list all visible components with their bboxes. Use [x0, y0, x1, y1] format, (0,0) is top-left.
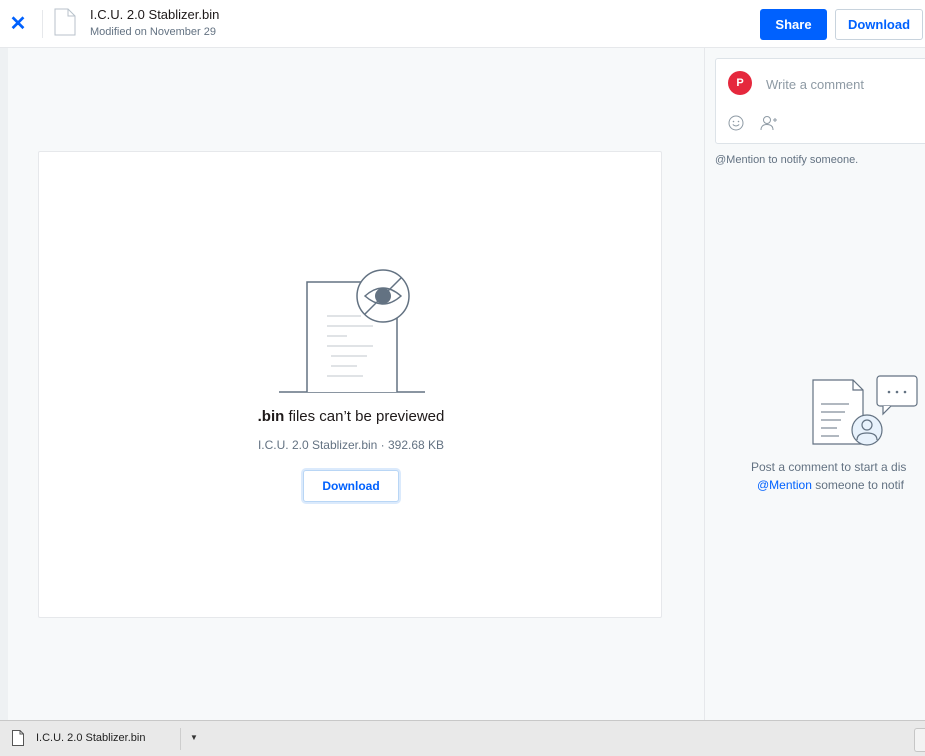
- close-icon[interactable]: ✕: [8, 14, 28, 34]
- comment-box: P: [715, 58, 925, 144]
- top-header: ✕ I.C.U. 2.0 Stablizer.bin Modified on N…: [0, 0, 925, 48]
- shelf-file-name: I.C.U. 2.0 Stablizer.bin: [36, 732, 146, 744]
- header-divider: [42, 10, 43, 38]
- share-button[interactable]: Share: [760, 9, 827, 40]
- mention-hint: @Mention to notify someone.: [715, 154, 859, 166]
- emoji-icon[interactable]: [728, 115, 744, 131]
- preview-card: .bin files can’t be previewed I.C.U. 2.0…: [38, 151, 662, 618]
- empty-comments-line2: @Mention someone to notif: [757, 478, 904, 492]
- avatar: P: [728, 71, 752, 95]
- comments-sidebar: P @Mention to notify someone.: [704, 48, 925, 720]
- shelf-download-item[interactable]: I.C.U. 2.0 Stablizer.bin ▼: [8, 728, 200, 750]
- preview-download-button[interactable]: Download: [303, 470, 399, 502]
- download-shelf: I.C.U. 2.0 Stablizer.bin ▼: [0, 720, 925, 756]
- comments-empty-illustration: [812, 375, 918, 446]
- mention-link[interactable]: @Mention: [757, 478, 812, 492]
- empty-comments-line1: Post a comment to start a dis: [751, 460, 907, 474]
- empty-comments-line2-rest: someone to notif: [811, 478, 904, 492]
- no-preview-title: .bin files can’t be previewed: [39, 408, 663, 425]
- header-download-button[interactable]: Download: [835, 9, 923, 40]
- file-icon: [12, 730, 24, 746]
- file-icon: [54, 8, 76, 36]
- no-preview-illustration: [279, 269, 425, 393]
- modified-date: Modified on November 29: [90, 26, 216, 38]
- mention-user-icon[interactable]: [760, 115, 778, 131]
- shelf-divider: [180, 728, 181, 750]
- comment-input[interactable]: [766, 73, 925, 95]
- left-edge: [0, 48, 8, 720]
- no-preview-ext: .bin: [257, 408, 285, 425]
- file-title: I.C.U. 2.0 Stablizer.bin: [90, 7, 220, 22]
- file-info: I.C.U. 2.0 Stablizer.bin · 392.68 KB: [257, 438, 445, 452]
- caret-down-icon[interactable]: ▼: [188, 730, 200, 746]
- shelf-show-all-button[interactable]: [914, 728, 925, 752]
- no-preview-text: files can’t be previewed: [284, 408, 445, 425]
